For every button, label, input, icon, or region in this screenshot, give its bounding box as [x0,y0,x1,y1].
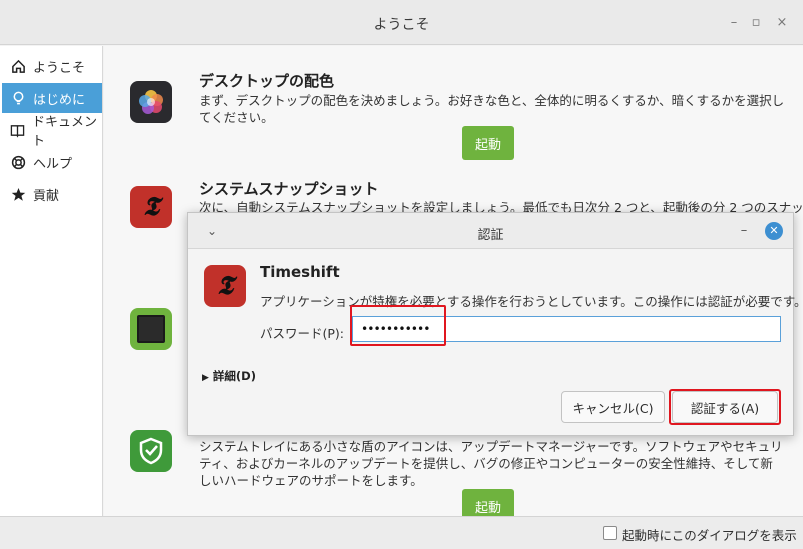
show-on-startup-checkbox[interactable] [603,526,617,540]
section-description: まず、デスクトップの配色を決めましょう。お好きな色と、全体的に明るくするか、暗く… [199,93,785,125]
maximize-icon[interactable]: ▫ [748,15,764,31]
dialog-header: ⌄ 認証 – ✕ [188,213,793,249]
timeshift-icon: 𝕿 [204,265,246,307]
minimize-icon[interactable]: – [726,15,742,31]
sidebar-item-contribute[interactable]: 貢献 [2,179,102,209]
sidebar-item-help[interactable]: ヘルプ [2,147,102,177]
color-palette-icon [130,81,172,123]
section-title: システムスナップショット [199,180,379,198]
authenticate-button[interactable]: 認証する(A) [672,391,778,423]
sidebar-item-label: はじめに [33,92,86,108]
lifebuoy-icon [10,154,26,170]
home-icon [10,58,26,74]
dialog-message: アプリケーションが特権を必要とする操作を行おうとしています。この操作には認証が必… [260,294,803,309]
cancel-button[interactable]: キャンセル(C) [561,391,665,423]
section-description: システムトレイにある小さな盾のアイコンは、アップデートマネージャーです。ソフトウ… [199,439,783,488]
sidebar-item-label: ドキュメント [32,115,98,149]
dialog-app-name: Timeshift [260,263,340,281]
close-icon[interactable]: × [774,15,790,31]
title-bar: ようこそ – ▫ × [0,0,803,45]
password-label: パスワード(P): [260,326,345,341]
launch-button[interactable]: 起動 [462,126,514,160]
expander-arrow-icon: ▶ [202,373,209,383]
sidebar-item-label: 貢献 [33,188,60,204]
window-title: ようこそ [373,17,430,33]
sidebar-item-documentation[interactable]: ドキュメント [2,115,102,149]
star-icon [10,186,26,202]
dialog-title: 認証 [477,228,504,243]
show-on-startup-label: 起動時にこのダイアログを表示 [622,528,797,543]
book-icon [10,122,25,138]
close-icon[interactable]: ✕ [765,222,783,240]
section-title: デスクトップの配色 [199,72,335,90]
sidebar-item-welcome[interactable]: ようこそ [2,51,102,81]
minimize-icon[interactable]: – [736,223,752,239]
sidebar-item-first-steps[interactable]: はじめに [2,83,102,113]
sidebar-item-label: ヘルプ [33,156,73,172]
sidebar-item-label: ようこそ [33,60,86,76]
driver-manager-icon [130,308,172,350]
auth-dialog: ⌄ 認証 – ✕ 𝕿 Timeshift アプリケーションが特権を必要とする操作… [187,212,803,436]
timeshift-icon: 𝕿 [130,186,172,228]
sidebar: ようこそ はじめに ドキュメント ヘルプ 貢献 [0,46,103,516]
shield-icon [130,430,172,472]
lightbulb-icon [10,90,26,106]
bottom-bar: 起動時にこのダイアログを表示 [0,516,803,549]
launch-button[interactable]: 起動 [462,489,514,516]
details-expander[interactable]: ▶ 詳細(D) [202,368,256,384]
password-field[interactable] [352,316,781,342]
details-label: 詳細(D) [212,369,256,383]
